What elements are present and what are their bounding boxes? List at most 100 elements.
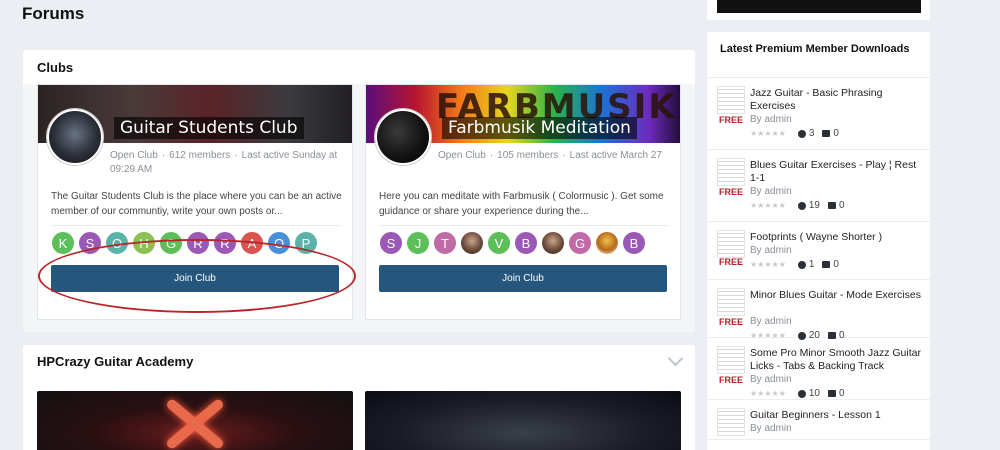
academy-thumbnail[interactable] (37, 391, 353, 450)
club-last-active: Last active March 27 (569, 150, 662, 161)
member-avatar[interactable]: A (240, 231, 264, 255)
member-avatar[interactable]: B (514, 231, 538, 255)
download-count: 10 (808, 388, 820, 399)
download-title[interactable]: Guitar Beginners - Lesson 1 (750, 409, 926, 422)
member-initial: V (494, 235, 504, 251)
member-avatar[interactable]: G (568, 231, 592, 255)
member-avatar[interactable]: S (379, 231, 403, 255)
member-initial: B (629, 235, 639, 251)
join-club-button[interactable]: Join Club (51, 265, 339, 292)
download-count-icon (797, 201, 806, 210)
download-item[interactable]: FREE Blues Guitar Exercises - Play ¦ Rest… (707, 150, 930, 222)
comment-icon (827, 202, 836, 209)
sidebar-top-image (717, 0, 921, 13)
download-title[interactable]: Blues Guitar Exercises - Play ¦ Rest 1-1 (750, 159, 926, 185)
club-meta: Open Club · 612 members · Last active Sunday… (110, 150, 338, 175)
download-author[interactable]: By admin (750, 423, 792, 434)
academy-thumbnail[interactable] (365, 391, 681, 450)
member-avatar[interactable]: K (51, 231, 75, 255)
download-item[interactable]: FREE Minor Blues Guitar - Mode Exercises B… (707, 280, 930, 341)
downloads-sidebar: Latest Premium Member Downloads FREE Jazz… (707, 32, 930, 450)
download-item[interactable]: FREE Footprints ( Wayne Shorter ) By admin… (707, 222, 930, 280)
download-stats: ★★★★★ 10 0 (750, 388, 845, 399)
download-count: 3 (808, 128, 815, 139)
download-stats: ★★★★★ 3 0 (750, 128, 839, 139)
downloads-list: FREE Jazz Guitar - Basic Phrasing Exercis… (707, 78, 930, 440)
download-stats: ★★★★★ 1 0 (750, 259, 839, 270)
member-avatar[interactable] (595, 231, 619, 255)
member-initial: R (220, 235, 230, 251)
member-avatar[interactable]: B (622, 231, 646, 255)
member-initial: R (193, 235, 203, 251)
club-member-count: 105 members (497, 150, 559, 161)
download-author[interactable]: By admin (750, 316, 792, 327)
download-count-icon (797, 389, 806, 398)
download-title[interactable]: Footprints ( Wayne Shorter ) (750, 231, 926, 244)
club-avatar[interactable] (47, 109, 103, 165)
download-stats: ★★★★★ 19 0 (750, 200, 845, 211)
member-avatar[interactable] (460, 231, 484, 255)
download-item[interactable]: FREE Jazz Guitar - Basic Phrasing Exercis… (707, 78, 930, 150)
download-thumbnail[interactable] (717, 288, 745, 316)
comment-icon (822, 130, 831, 137)
member-initial: P (301, 235, 311, 251)
member-avatar[interactable]: R (213, 231, 237, 255)
member-avatar[interactable]: O (105, 231, 129, 255)
club-name[interactable]: Farbmusik Meditation (442, 117, 637, 139)
member-initial: G (165, 235, 177, 251)
comment-icon (822, 261, 831, 268)
clubs-panel: Clubs Guitar Students Club Open Club · 612… (23, 50, 695, 332)
member-initial: K (58, 235, 68, 251)
club-avatar[interactable] (375, 109, 431, 165)
download-item[interactable]: FREE Some Pro Minor Smooth Jazz Guitar Li… (707, 338, 930, 400)
sidebar-title: Latest Premium Member Downloads (707, 32, 930, 78)
member-avatar[interactable]: R (186, 231, 210, 255)
download-author[interactable]: By admin (750, 245, 792, 256)
member-avatar[interactable]: T (433, 231, 457, 255)
price-badge: FREE (719, 187, 744, 197)
download-thumbnail[interactable] (717, 346, 745, 374)
download-author[interactable]: By admin (750, 374, 792, 385)
member-avatar[interactable] (541, 231, 565, 255)
member-avatar[interactable]: S (78, 231, 102, 255)
member-avatar[interactable]: G (159, 231, 183, 255)
club-type: Open Club (110, 150, 158, 161)
join-club-button[interactable]: Join Club (379, 265, 667, 292)
member-avatar[interactable]: O (267, 231, 291, 255)
download-thumbnail[interactable] (717, 408, 745, 436)
member-initial: S (386, 235, 396, 251)
download-author[interactable]: By admin (750, 186, 792, 197)
member-avatar[interactable]: V (487, 231, 511, 255)
rating-stars: ★★★★★ (750, 201, 786, 210)
member-avatar[interactable]: J (406, 231, 430, 255)
download-thumbnail[interactable] (717, 158, 745, 186)
club-meta: Open Club · 105 members · Last active March … (438, 150, 662, 161)
download-title[interactable]: Jazz Guitar - Basic Phrasing Exercises (750, 87, 926, 113)
download-count-icon (797, 260, 806, 269)
price-badge: FREE (719, 257, 744, 267)
download-title[interactable]: Some Pro Minor Smooth Jazz Guitar Licks … (750, 347, 926, 373)
download-title[interactable]: Minor Blues Guitar - Mode Exercises (750, 289, 926, 302)
price-badge: FREE (719, 115, 744, 125)
rating-stars: ★★★★★ (750, 260, 786, 269)
academy-title[interactable]: HPCrazy Guitar Academy (23, 345, 695, 377)
download-thumbnail[interactable] (717, 86, 745, 114)
download-author[interactable]: By admin (750, 114, 792, 125)
club-members: KSOHGRRAOP (51, 231, 318, 255)
download-item[interactable]: Guitar Beginners - Lesson 1 By admin (707, 400, 930, 440)
member-initial: H (139, 235, 149, 251)
member-initial: O (273, 235, 285, 251)
club-name[interactable]: Guitar Students Club (114, 117, 304, 139)
member-avatar[interactable]: H (132, 231, 156, 255)
comment-count: 0 (838, 200, 845, 211)
member-initial: T (441, 235, 449, 251)
download-thumbnail[interactable] (717, 230, 745, 258)
club-card-guitar-students[interactable]: Guitar Students Club Open Club · 612 membe… (37, 84, 356, 320)
member-avatar[interactable]: P (294, 231, 318, 255)
club-card-farbmusik[interactable]: FARBMUSIK Farbmusik Meditation Open Club… (365, 84, 681, 320)
comment-count: 0 (833, 128, 839, 139)
price-badge: FREE (719, 375, 744, 385)
rating-stars: ★★★★★ (750, 129, 786, 138)
club-type: Open Club (438, 150, 486, 161)
club-member-count: 612 members (169, 150, 231, 161)
